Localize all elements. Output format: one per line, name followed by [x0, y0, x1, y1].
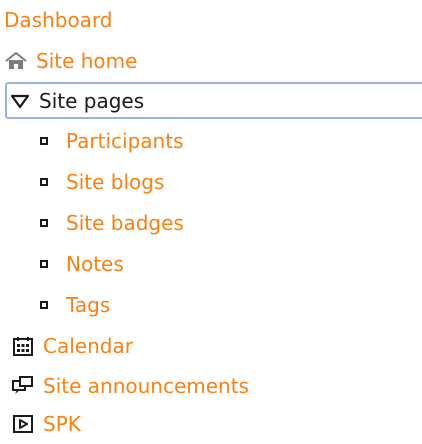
bullet-icon [40, 219, 48, 227]
nav-item-site-badges[interactable]: Site badges [40, 203, 184, 243]
bullet-icon [40, 137, 48, 145]
bullet-icon [40, 178, 48, 186]
play-box-icon [11, 412, 35, 436]
bullet-icon [40, 260, 48, 268]
dashboard-link[interactable]: Dashboard [4, 10, 113, 30]
navigation-block: Dashboard Site home Site pages Participa… [0, 0, 422, 441]
calendar-row[interactable]: Calendar [11, 326, 133, 366]
calendar-icon [11, 334, 35, 358]
chevron-down-icon[interactable] [9, 90, 31, 112]
site-home-link[interactable]: Site home [36, 51, 137, 71]
spk-link[interactable]: SPK [43, 414, 81, 434]
spk-row[interactable]: SPK [11, 404, 81, 444]
nav-item-notes[interactable]: Notes [40, 244, 124, 284]
site-pages-label: Site pages [39, 89, 145, 113]
site-blogs-link[interactable]: Site blogs [66, 172, 164, 192]
nav-item-tags[interactable]: Tags [40, 285, 110, 325]
site-badges-link[interactable]: Site badges [66, 213, 184, 233]
chat-bubbles-icon [11, 374, 35, 398]
tags-link[interactable]: Tags [66, 295, 110, 315]
notes-link[interactable]: Notes [66, 254, 124, 274]
calendar-link[interactable]: Calendar [43, 336, 133, 356]
site-home-row[interactable]: Site home [4, 41, 137, 81]
home-icon [4, 49, 28, 73]
dashboard-row[interactable]: Dashboard [4, 0, 113, 40]
site-pages-row[interactable]: Site pages [9, 81, 144, 121]
bullet-icon [40, 301, 48, 309]
nav-item-participants[interactable]: Participants [40, 121, 183, 161]
site-announcements-link[interactable]: Site announcements [43, 376, 249, 396]
nav-item-site-blogs[interactable]: Site blogs [40, 162, 164, 202]
participants-link[interactable]: Participants [66, 131, 183, 151]
site-announcements-row[interactable]: Site announcements [11, 366, 249, 406]
